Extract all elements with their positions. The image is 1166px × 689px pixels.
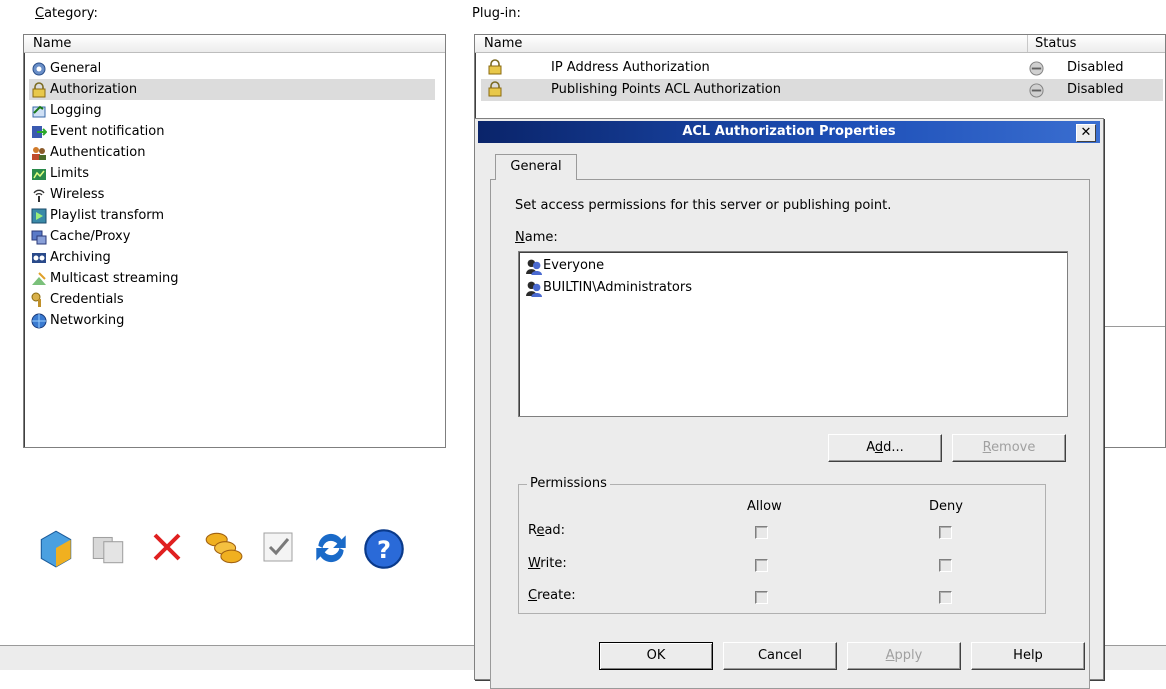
user-group-icon: [526, 259, 542, 275]
write-label: Write:: [528, 556, 567, 571]
key-icon: [31, 292, 41, 307]
disabled-status-icon: [1029, 61, 1044, 76]
network-icon: [31, 313, 47, 329]
wireless-icon: [33, 189, 45, 202]
description-text: Set access permissions for this server o…: [515, 198, 892, 213]
read-deny-checkbox[interactable]: [939, 526, 952, 539]
duplicate-plugin-icon[interactable]: [87, 527, 129, 569]
permissions-group: Permissions Allow Deny Read: Write: Crea…: [518, 476, 1046, 614]
dialog-title-bar[interactable]: ACL Authorization Properties ✕: [478, 121, 1100, 143]
users-icon: [32, 147, 46, 160]
plugin-column-name[interactable]: Name: [484, 36, 522, 51]
cache-icon: [31, 230, 47, 245]
write-deny-checkbox[interactable]: [939, 559, 952, 572]
padlock-icon: [488, 59, 502, 75]
write-allow-checkbox[interactable]: [755, 559, 768, 572]
category-item-wireless[interactable]: Wireless: [30, 184, 434, 205]
refresh-icon[interactable]: [310, 527, 352, 569]
allow-column-label: Allow: [747, 499, 782, 514]
category-list-header: Name: [24, 35, 445, 53]
plugin-name: Publishing Points ACL Authorization: [551, 82, 781, 97]
create-deny-checkbox[interactable]: [939, 591, 952, 604]
create-allow-checkbox[interactable]: [755, 591, 768, 604]
permissions-legend: Permissions: [527, 476, 610, 491]
name-label: Name:: [515, 230, 558, 245]
archive-icon: [32, 253, 46, 263]
dialog-title: ACL Authorization Properties: [682, 124, 896, 139]
ok-button[interactable]: OK: [599, 642, 713, 670]
read-label: Read:: [528, 523, 566, 538]
apply-button[interactable]: Apply: [847, 642, 961, 670]
padlock-icon: [32, 82, 46, 98]
plugin-list-header: Name Status: [475, 35, 1165, 53]
category-item-authentication[interactable]: Authentication: [30, 142, 434, 163]
category-item-archiving[interactable]: Archiving: [30, 247, 434, 268]
plugin-status: Disabled: [1067, 60, 1124, 75]
gear-icon: [32, 62, 46, 76]
user-group-icon: [526, 281, 542, 297]
event-icon: [32, 126, 47, 138]
close-icon: ✕: [1080, 125, 1092, 140]
svg-text:?: ?: [377, 536, 391, 564]
category-item-multicast-streaming[interactable]: Multicast streaming: [30, 268, 434, 289]
log-icon: [32, 105, 46, 118]
multicast-icon: [32, 272, 46, 285]
plugin-description-pane: [1100, 326, 1165, 445]
category-item-cache-proxy[interactable]: Cache/Proxy: [30, 226, 434, 247]
remove-button[interactable]: Remove: [952, 434, 1066, 462]
category-item-authorization[interactable]: Authorization: [29, 79, 435, 100]
plugin-row-publishing-points-acl-authorization[interactable]: Publishing Points ACL Authorization Disa…: [481, 79, 1163, 101]
new-plugin-icon[interactable]: [35, 527, 77, 569]
column-separator[interactable]: [1027, 35, 1028, 52]
plugin-status: Disabled: [1067, 82, 1124, 97]
limits-icon: [32, 169, 46, 180]
deny-column-label: Deny: [929, 499, 963, 514]
playlist-icon: [31, 208, 47, 224]
acl-authorization-properties-dialog: ACL Authorization Properties ✕ General S…: [474, 118, 1104, 689]
cancel-button[interactable]: Cancel: [723, 642, 837, 670]
help-button[interactable]: Help: [971, 642, 1085, 670]
plugin-column-status[interactable]: Status: [1035, 36, 1076, 51]
create-label: Create:: [528, 588, 576, 603]
plugin-label: Plug-in:: [472, 6, 521, 21]
coins-icon[interactable]: [199, 527, 247, 569]
category-item-limits[interactable]: Limits: [30, 163, 434, 184]
help-icon[interactable]: ?: [362, 527, 406, 571]
plugin-name: IP Address Authorization: [551, 60, 710, 75]
category-item-general[interactable]: General: [30, 58, 434, 79]
category-item-event-notification[interactable]: Event notification: [30, 121, 434, 142]
add-button[interactable]: Add...: [828, 434, 942, 462]
principals-list[interactable]: Everyone BUILTIN\Administrators: [518, 251, 1068, 417]
category-list[interactable]: Name General Authorization Logging Event…: [23, 34, 446, 448]
tab-general[interactable]: General: [495, 154, 577, 180]
category-item-credentials[interactable]: Credentials: [30, 289, 434, 310]
properties-icon[interactable]: [258, 527, 298, 567]
category-item-networking[interactable]: Networking: [30, 310, 434, 331]
delete-icon[interactable]: [147, 527, 187, 567]
plugin-row-ip-address-authorization[interactable]: IP Address Authorization Disabled: [481, 57, 1163, 79]
category-label: Category:: [35, 6, 98, 21]
close-button[interactable]: ✕: [1076, 124, 1096, 142]
category-item-playlist-transform[interactable]: Playlist transform: [30, 205, 434, 226]
padlock-icon: [488, 81, 502, 97]
read-allow-checkbox[interactable]: [755, 526, 768, 539]
category-column-name[interactable]: Name: [33, 36, 71, 51]
category-item-logging[interactable]: Logging: [30, 100, 434, 121]
disabled-status-icon: [1029, 83, 1044, 98]
